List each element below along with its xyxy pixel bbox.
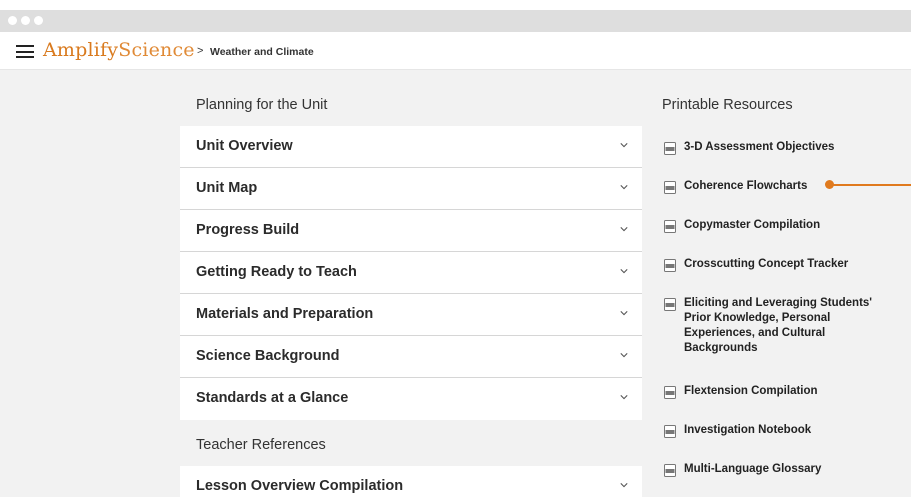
pdf-icon <box>664 298 676 311</box>
accordion-item-progress-build[interactable]: Progress Build <box>180 210 642 252</box>
resource-label: Eliciting and Leveraging Students' Prior… <box>684 297 873 354</box>
pdf-icon <box>664 220 676 233</box>
resource-label: Copymaster Compilation <box>684 219 821 231</box>
accordion-item-materials[interactable]: Materials and Preparation <box>180 294 642 336</box>
chevron-down-icon <box>620 395 628 400</box>
resource-label: Flextension Compilation <box>684 385 818 397</box>
resource-label: Crosscutting Concept Tracker <box>684 258 849 270</box>
window-dot[interactable] <box>34 16 43 25</box>
chevron-down-icon <box>620 143 628 148</box>
chevron-down-icon <box>620 483 628 488</box>
teacher-references-heading: Teacher References <box>196 437 326 453</box>
pdf-icon <box>664 259 676 272</box>
callout-line <box>833 184 911 186</box>
hamburger-icon[interactable] <box>16 45 34 58</box>
chevron-down-icon <box>620 185 628 190</box>
planning-heading: Planning for the Unit <box>196 97 328 113</box>
window-titlebar <box>0 10 911 32</box>
accordion-item-getting-ready[interactable]: Getting Ready to Teach <box>180 252 642 294</box>
resource-label: Coherence Flowcharts <box>684 180 808 192</box>
chevron-down-icon <box>620 269 628 274</box>
teacher-accordion: Lesson Overview Compilation <box>180 466 642 497</box>
planning-accordion: Unit Overview Unit Map Progress Build Ge… <box>180 126 642 420</box>
pdf-icon <box>664 181 676 194</box>
accordion-label: Materials and Preparation <box>196 306 374 322</box>
amplify-science-logo[interactable]: AmplifyScience <box>43 39 195 61</box>
pdf-icon <box>664 425 676 438</box>
printable-resources-heading: Printable Resources <box>662 97 793 113</box>
accordion-item-unit-map[interactable]: Unit Map <box>180 168 642 210</box>
resource-label: 3-D Assessment Objectives <box>684 141 835 153</box>
app-header: AmplifyScience > Weather and Climate <box>0 32 911 70</box>
chevron-down-icon <box>620 353 628 358</box>
accordion-item-standards[interactable]: Standards at a Glance <box>180 378 642 420</box>
pdf-icon <box>664 464 676 477</box>
resource-label: Multi-Language Glossary <box>684 463 822 475</box>
accordion-item-lesson-overview[interactable]: Lesson Overview Compilation <box>180 466 642 497</box>
pdf-icon <box>664 142 676 155</box>
accordion-item-unit-overview[interactable]: Unit Overview <box>180 126 642 168</box>
accordion-label: Standards at a Glance <box>196 390 349 406</box>
accordion-label: Lesson Overview Compilation <box>196 478 404 494</box>
breadcrumb-separator: > <box>197 45 204 57</box>
accordion-label: Getting Ready to Teach <box>196 264 357 280</box>
window-dot[interactable] <box>8 16 17 25</box>
accordion-label: Science Background <box>196 348 340 364</box>
breadcrumb[interactable]: Weather and Climate <box>210 46 314 58</box>
accordion-label: Unit Overview <box>196 138 293 154</box>
window-dot[interactable] <box>21 16 30 25</box>
accordion-label: Progress Build <box>196 222 300 238</box>
accordion-item-science-background[interactable]: Science Background <box>180 336 642 378</box>
chevron-down-icon <box>620 311 628 316</box>
chevron-down-icon <box>620 227 628 232</box>
resource-label: Investigation Notebook <box>684 424 812 436</box>
pdf-icon <box>664 386 676 399</box>
accordion-label: Unit Map <box>196 180 258 196</box>
browser-window: AmplifyScience > Weather and Climate Pla… <box>0 10 911 497</box>
window-controls <box>8 16 43 25</box>
